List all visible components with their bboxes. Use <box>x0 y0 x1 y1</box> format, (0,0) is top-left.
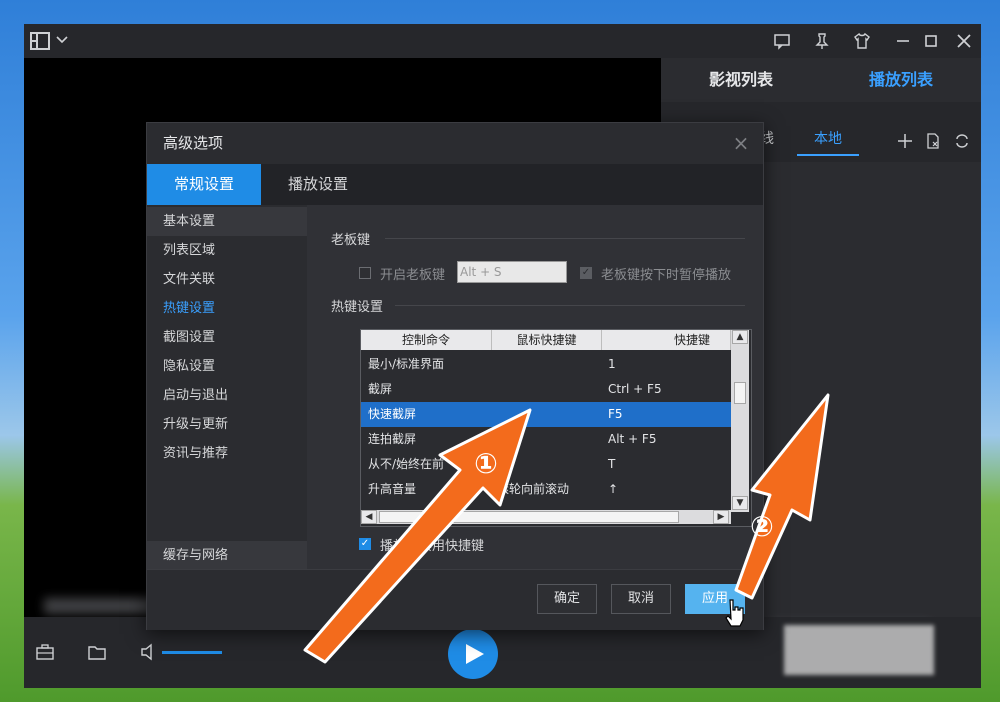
dialog-footer: 确定 取消 应用 <box>147 569 763 630</box>
table-row[interactable]: 截屏 Ctrl + F5 <box>361 377 731 402</box>
cell-command: 截屏 <box>368 382 393 396</box>
scroll-left-icon[interactable]: ◀ <box>361 510 377 524</box>
step-2-badge: ② <box>750 510 774 543</box>
table-row[interactable]: 最小/标准界面 1 <box>361 352 731 377</box>
cell-command: 快速截屏 <box>368 407 417 421</box>
scroll-thumb[interactable] <box>379 511 679 523</box>
column-header-key[interactable]: 快捷键 <box>602 330 731 350</box>
cell-key: Ctrl + F5 <box>608 382 662 396</box>
nav-startup-exit[interactable]: 启动与退出 <box>147 381 307 410</box>
play-icon <box>466 644 484 664</box>
close-icon[interactable] <box>955 32 973 50</box>
delete-file-icon[interactable] <box>925 133 941 149</box>
nav-cache-network[interactable]: 缓存与网络 <box>147 541 307 570</box>
open-folder-icon[interactable] <box>88 644 106 660</box>
table-row-selected[interactable]: 快速截屏 F5 <box>361 402 731 427</box>
chevron-down-icon[interactable] <box>56 35 68 45</box>
nav-file-association[interactable]: 文件关联 <box>147 265 307 294</box>
disable-hotkeys-checkbox[interactable]: ✓ <box>359 538 371 550</box>
dialog-close-icon[interactable]: × <box>729 131 753 155</box>
play-button[interactable] <box>448 629 498 679</box>
cell-mouse: 滚轮向前滚动 <box>497 482 570 496</box>
cell-key: T <box>608 457 616 471</box>
nav-privacy-settings[interactable]: 隐私设置 <box>147 352 307 381</box>
volume-icon[interactable] <box>140 643 156 661</box>
horizontal-scrollbar[interactable]: ◀ ▶ <box>361 510 731 524</box>
subtab-local[interactable]: 本地 <box>797 124 859 156</box>
skin-icon[interactable] <box>853 32 871 50</box>
table-header: 控制命令 鼠标快捷键 快捷键 <box>361 330 731 350</box>
toolbox-icon[interactable] <box>36 644 54 660</box>
tab-playlist[interactable]: 播放列表 <box>821 58 981 102</box>
cell-key: Alt + F5 <box>608 432 657 446</box>
hotkey-section-title: 热键设置 <box>331 300 384 315</box>
nav-hotkey-settings[interactable]: 热键设置 <box>147 294 307 323</box>
dialog-tab-bar: 常规设置 播放设置 <box>147 164 763 205</box>
cell-key: 1 <box>608 357 616 371</box>
column-header-mouse[interactable]: 鼠标快捷键 <box>492 330 602 350</box>
boss-key-input[interactable]: Alt + S <box>457 261 567 283</box>
step-1-badge: ① <box>474 447 498 480</box>
ok-button[interactable]: 确定 <box>537 584 597 614</box>
nav-basic-settings[interactable]: 基本设置 <box>147 207 307 236</box>
cell-command: 连拍截屏 <box>368 432 417 446</box>
divider <box>395 305 745 306</box>
disable-hotkeys-label: 播放时禁用快捷键 <box>380 539 485 554</box>
divider <box>385 238 745 239</box>
cell-key: F5 <box>608 407 623 421</box>
volume-slider[interactable] <box>162 651 222 654</box>
layout-menu-icon[interactable] <box>30 31 50 51</box>
title-bar <box>24 24 981 58</box>
table-row[interactable]: 升高音量 滚轮向前滚动 ↑ <box>361 477 731 502</box>
loop-icon[interactable] <box>953 133 971 149</box>
minimize-icon[interactable] <box>894 32 912 50</box>
scroll-right-icon[interactable]: ▶ <box>713 510 729 524</box>
tab-video-list[interactable]: 影视列表 <box>661 58 821 102</box>
table-row[interactable]: 连拍截屏 Alt + F5 <box>361 427 731 452</box>
nav-screenshot-settings[interactable]: 截图设置 <box>147 323 307 352</box>
tab-general-settings[interactable]: 常规设置 <box>147 164 261 205</box>
nav-list-area[interactable]: 列表区域 <box>147 236 307 265</box>
scroll-thumb[interactable] <box>734 382 746 404</box>
hand-cursor-icon <box>725 599 744 627</box>
nav-upgrade-update[interactable]: 升级与更新 <box>147 410 307 439</box>
cell-command: 从不/始终在前 <box>368 457 445 471</box>
boss-key-section-title: 老板键 <box>331 233 371 248</box>
pause-on-boss-key-checkbox[interactable]: ✓ <box>580 267 592 279</box>
column-header-command[interactable]: 控制命令 <box>361 330 492 350</box>
cancel-button[interactable]: 取消 <box>611 584 671 614</box>
cell-command: 最小/标准界面 <box>368 357 445 371</box>
enable-boss-key-checkbox[interactable] <box>359 267 371 279</box>
scroll-up-icon[interactable]: ▲ <box>732 330 748 344</box>
advanced-options-dialog: 高级选项 × 常规设置 播放设置 基本设置 列表区域 文件关联 热键设置 截图设… <box>146 122 764 630</box>
pause-on-boss-key-label: 老板键按下时暂停播放 <box>601 268 732 283</box>
cell-command: 升高音量 <box>368 482 417 496</box>
blurred-content <box>784 625 934 675</box>
hotkey-table[interactable]: 控制命令 鼠标快捷键 快捷键 最小/标准界面 1 截屏 Ctrl + F5 快速… <box>360 329 752 527</box>
scroll-down-icon[interactable]: ▼ <box>732 496 748 510</box>
cell-key: ↑ <box>608 482 619 496</box>
tab-playback-settings[interactable]: 播放设置 <box>261 164 375 205</box>
feedback-icon[interactable] <box>773 32 791 50</box>
dialog-title: 高级选项 <box>163 134 224 152</box>
add-icon[interactable] <box>897 133 913 149</box>
maximize-icon[interactable] <box>922 32 940 50</box>
enable-boss-key-label: 开启老板键 <box>380 268 446 283</box>
nav-news-recommend[interactable]: 资讯与推荐 <box>147 439 307 468</box>
vertical-scrollbar[interactable]: ▲ ▼ <box>731 330 749 512</box>
table-row[interactable]: 从不/始终在前 T <box>361 452 731 477</box>
settings-nav: 基本设置 列表区域 文件关联 热键设置 截图设置 隐私设置 启动与退出 升级与更… <box>147 205 307 570</box>
pin-icon[interactable] <box>813 32 831 50</box>
